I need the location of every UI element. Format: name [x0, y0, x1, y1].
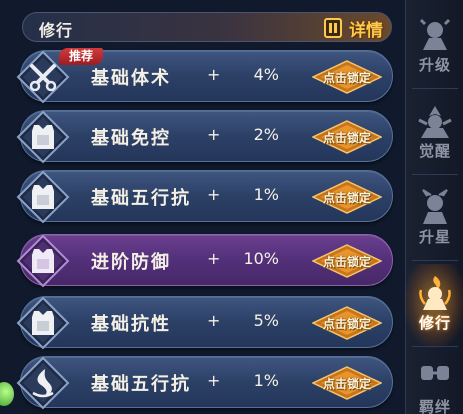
armor-vest-icon [15, 169, 71, 225]
lock-label: 点击锁定 [322, 317, 371, 331]
sidebar-divider [412, 174, 458, 175]
attribute-row-6: 基础五行抗 + 1% 点击锁定 [16, 356, 393, 410]
sidebar-divider [412, 88, 458, 89]
sidebar-tab-label: 修行 [418, 314, 451, 332]
sidebar-divider [412, 260, 458, 261]
green-orb-decoration [0, 382, 14, 406]
sidebar-tab-star[interactable]: 升星 [408, 182, 462, 256]
attribute-row-3: 基础五行抗 + 1% 点击锁定 [16, 170, 393, 224]
lock-label: 点击锁定 [322, 131, 371, 145]
ninja-training-icon [419, 276, 451, 310]
lock-button[interactable]: 点击锁定 [312, 180, 382, 214]
armor-vest-icon [15, 233, 71, 289]
swirl-icon [15, 355, 71, 411]
attribute-name: 基础五行抗 [91, 374, 191, 395]
panel-header: 修行 详情 [22, 12, 392, 42]
attribute-row-2: 基础免控 + 2% 点击锁定 [16, 110, 393, 164]
attribute-value: 2% [253, 125, 279, 144]
sidebar-divider [412, 346, 458, 347]
attribute-name: 进阶防御 [91, 252, 171, 273]
lock-label: 点击锁定 [322, 377, 371, 391]
book-icon [324, 18, 342, 38]
armor-vest-icon [15, 295, 71, 351]
lock-button[interactable]: 点击锁定 [312, 60, 382, 94]
ninja-upgrade-icon [419, 18, 451, 50]
recommend-badge: 推荐 [59, 48, 103, 65]
armor-vest-icon [15, 109, 71, 165]
attribute-value: 5% [253, 311, 279, 330]
sidebar-tab-label: 羁绊 [418, 398, 451, 414]
attribute-name: 基础五行抗 [91, 188, 191, 209]
attribute-value: 1% [253, 371, 279, 390]
details-button[interactable]: 详情 [323, 16, 383, 41]
ninja-awaken-icon [418, 106, 452, 138]
attribute-row-4: 进阶防御 + 10% 点击锁定 [16, 234, 393, 288]
attribute-name: 基础免控 [91, 128, 171, 149]
panel-title: 修行 [39, 21, 74, 40]
attribute-value: 10% [243, 249, 279, 268]
attribute-name: 基础体术 [91, 68, 171, 89]
plus-sign: + [207, 185, 221, 204]
lock-button[interactable]: 点击锁定 [312, 244, 382, 278]
ninja-bond-icon [421, 366, 449, 380]
plus-sign: + [207, 371, 221, 390]
sidebar-tab-awaken[interactable]: 觉醒 [408, 96, 462, 170]
plus-sign: + [207, 65, 221, 84]
attribute-row-5: 基础抗性 + 5% 点击锁定 [16, 296, 393, 350]
plus-sign: + [207, 249, 221, 268]
plus-sign: + [207, 311, 221, 330]
sidebar-tab-bond[interactable]: 羁绊 [408, 352, 462, 414]
attribute-row-1: 推荐 基础体术 + 4% 点击锁定 [16, 48, 393, 104]
details-label: 详情 [349, 20, 383, 41]
attribute-value: 4% [253, 65, 279, 84]
sidebar-tab-upgrade[interactable]: 升级 [408, 10, 462, 84]
lock-label: 点击锁定 [322, 71, 371, 85]
lock-label: 点击锁定 [322, 255, 371, 269]
sidebar-tabs: 升级 觉醒 升星 修行 羁绊 [404, 0, 463, 414]
lock-button[interactable]: 点击锁定 [312, 366, 382, 400]
plus-sign: + [207, 125, 221, 144]
sidebar-tab-label: 升级 [418, 56, 451, 74]
lock-button[interactable]: 点击锁定 [312, 306, 382, 340]
lock-label: 点击锁定 [322, 191, 371, 205]
sidebar-tab-training[interactable]: 修行 [404, 264, 463, 348]
ninja-star-icon [422, 189, 448, 224]
sidebar-tab-label: 升星 [418, 228, 451, 246]
attribute-value: 1% [253, 185, 279, 204]
attribute-name: 基础抗性 [91, 314, 171, 335]
lock-button[interactable]: 点击锁定 [312, 120, 382, 154]
sidebar-tab-label: 觉醒 [418, 142, 451, 160]
